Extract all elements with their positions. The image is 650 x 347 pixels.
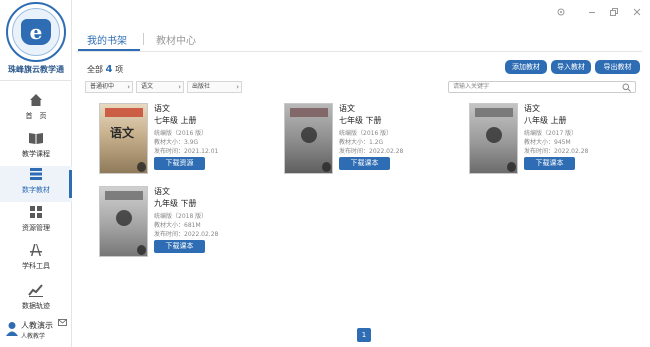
book-subject: 语文 [339, 104, 355, 113]
book-open-icon [29, 133, 43, 144]
book-edition: 统编版（2016 版） [154, 130, 208, 137]
app-brand: 珠峰旗云教学通 [8, 65, 64, 74]
delete-icon[interactable] [137, 245, 146, 255]
book-cover[interactable] [284, 103, 333, 174]
home-icon [30, 94, 42, 106]
chevron-right-icon: › [236, 83, 239, 91]
export-textbook-button[interactable]: 导出教材 [595, 60, 640, 74]
sidebar-item-label: 教学课程 [22, 150, 50, 158]
download-textbook-button[interactable]: 下载课本 [339, 157, 390, 170]
delete-icon[interactable] [507, 162, 516, 172]
tabs-baseline [76, 51, 642, 52]
sidebar-item-tools[interactable]: 学科工具 [0, 242, 72, 278]
sidebar-item-label: 资源管理 [22, 224, 50, 232]
sidebar-item-data-trace[interactable]: 数据轨迹 [0, 282, 72, 318]
book-subject: 语文 [524, 104, 540, 113]
book-size: 教材大小：945M [524, 139, 571, 146]
download-textbook-button[interactable]: 下载课本 [524, 157, 575, 170]
book-card[interactable]: 语文 七年级 下册 统编版（2016 版） 教材大小：1.2G 发布时间：202… [284, 103, 464, 183]
book-grade: 七年级 上册 [154, 116, 197, 125]
download-icon[interactable] [301, 127, 317, 143]
book-size: 教材大小：1.2G [339, 139, 384, 146]
minimize-icon[interactable] [587, 7, 597, 17]
sidebar-item-courses[interactable]: 教学课程 [0, 130, 72, 166]
book-date: 发布时间：2022.02.28 [339, 148, 404, 155]
delete-icon[interactable] [322, 162, 331, 172]
stage-filter[interactable]: 普通初中 › [85, 81, 133, 93]
search-input[interactable]: 请输入关键字 [448, 81, 636, 93]
settings-icon[interactable] [556, 7, 566, 17]
book-count: 全部 4 项 [87, 64, 124, 75]
sidebar-item-digital-textbooks[interactable]: 数字教材 [0, 166, 72, 202]
tab-divider [143, 33, 144, 45]
book-subject: 语文 [154, 187, 170, 196]
book-date: 发布时间：2022.02.28 [154, 231, 219, 238]
chevron-right-icon: › [178, 83, 181, 91]
sidebar-item-label: 学科工具 [22, 262, 50, 270]
book-cover[interactable] [469, 103, 518, 174]
download-icon[interactable] [486, 127, 502, 143]
user-role: 人教教学 [21, 333, 46, 340]
user-icon [6, 322, 18, 336]
book-cover[interactable]: 语文 [99, 103, 148, 174]
book-card[interactable]: 语文 八年级 上册 统编版（2017 版） 教材大小：945M 发布时间：202… [469, 103, 649, 183]
chevron-right-icon: › [127, 83, 130, 91]
tab-textbook-center[interactable]: 教材中心 [156, 32, 196, 47]
grid-icon [30, 206, 42, 218]
publisher-filter[interactable]: 出版社 › [187, 81, 242, 93]
download-icon[interactable] [116, 210, 132, 226]
subject-filter[interactable]: 语文 › [136, 81, 184, 93]
book-cover[interactable] [99, 186, 148, 257]
book-grade: 九年级 下册 [154, 199, 197, 208]
book-card[interactable]: 语文 语文 七年级 上册 统编版（2016 版） 教材大小：3.9G 发布时间：… [99, 103, 279, 183]
sidebar-item-home[interactable]: 首 页 [0, 92, 72, 128]
sidebar-divider [0, 80, 72, 81]
user-profile[interactable]: 人教演示 人教教学 [6, 318, 68, 342]
tab-my-shelf[interactable]: 我的书架 [87, 32, 127, 47]
book-edition: 统编版（2017 版） [524, 130, 578, 137]
book-grade: 七年级 下册 [339, 116, 382, 125]
download-resources-button[interactable]: 下载资源 [154, 157, 205, 170]
sidebar-item-resources[interactable]: 资源管理 [0, 204, 72, 240]
delete-icon[interactable] [137, 162, 146, 172]
chart-line-icon [28, 284, 43, 297]
restore-icon[interactable] [609, 7, 619, 17]
book-count-number: 4 [105, 64, 113, 75]
book-date: 发布时间：2021.12.01 [154, 148, 219, 155]
compass-ruler-icon [30, 244, 42, 256]
import-textbook-button[interactable]: 导入教材 [551, 60, 591, 74]
sidebar-item-label: 数据轨迹 [22, 302, 50, 310]
book-card[interactable]: 语文 九年级 下册 统编版（2018 版） 教材大小：681M 发布时间：202… [99, 186, 279, 266]
book-size: 教材大小：681M [154, 222, 201, 229]
book-subject: 语文 [154, 104, 170, 113]
mail-icon[interactable] [58, 319, 67, 326]
book-size: 教材大小：3.9G [154, 139, 199, 146]
book-date: 发布时间：2022.02.28 [524, 148, 589, 155]
sidebar-item-label: 首 页 [25, 112, 47, 120]
book-edition: 统编版（2018 版） [154, 213, 208, 220]
book-edition: 统编版（2016 版） [339, 130, 393, 137]
app-logo: e [6, 2, 66, 62]
sidebar-item-label: 数字教材 [22, 186, 50, 194]
pager-page-1[interactable]: 1 [357, 328, 371, 342]
close-icon[interactable] [632, 7, 642, 17]
download-textbook-button[interactable]: 下载课本 [154, 240, 205, 253]
user-name: 人教演示 [21, 321, 53, 330]
books-stack-icon [30, 168, 42, 180]
book-grade: 八年级 上册 [524, 116, 567, 125]
search-icon[interactable] [622, 83, 631, 92]
sidebar: e 珠峰旗云教学通 首 页 教学课程 数字教材 资源管理 学科工具 数据轨迹 人… [0, 0, 72, 347]
add-textbook-button[interactable]: 添加教材 [505, 60, 547, 74]
